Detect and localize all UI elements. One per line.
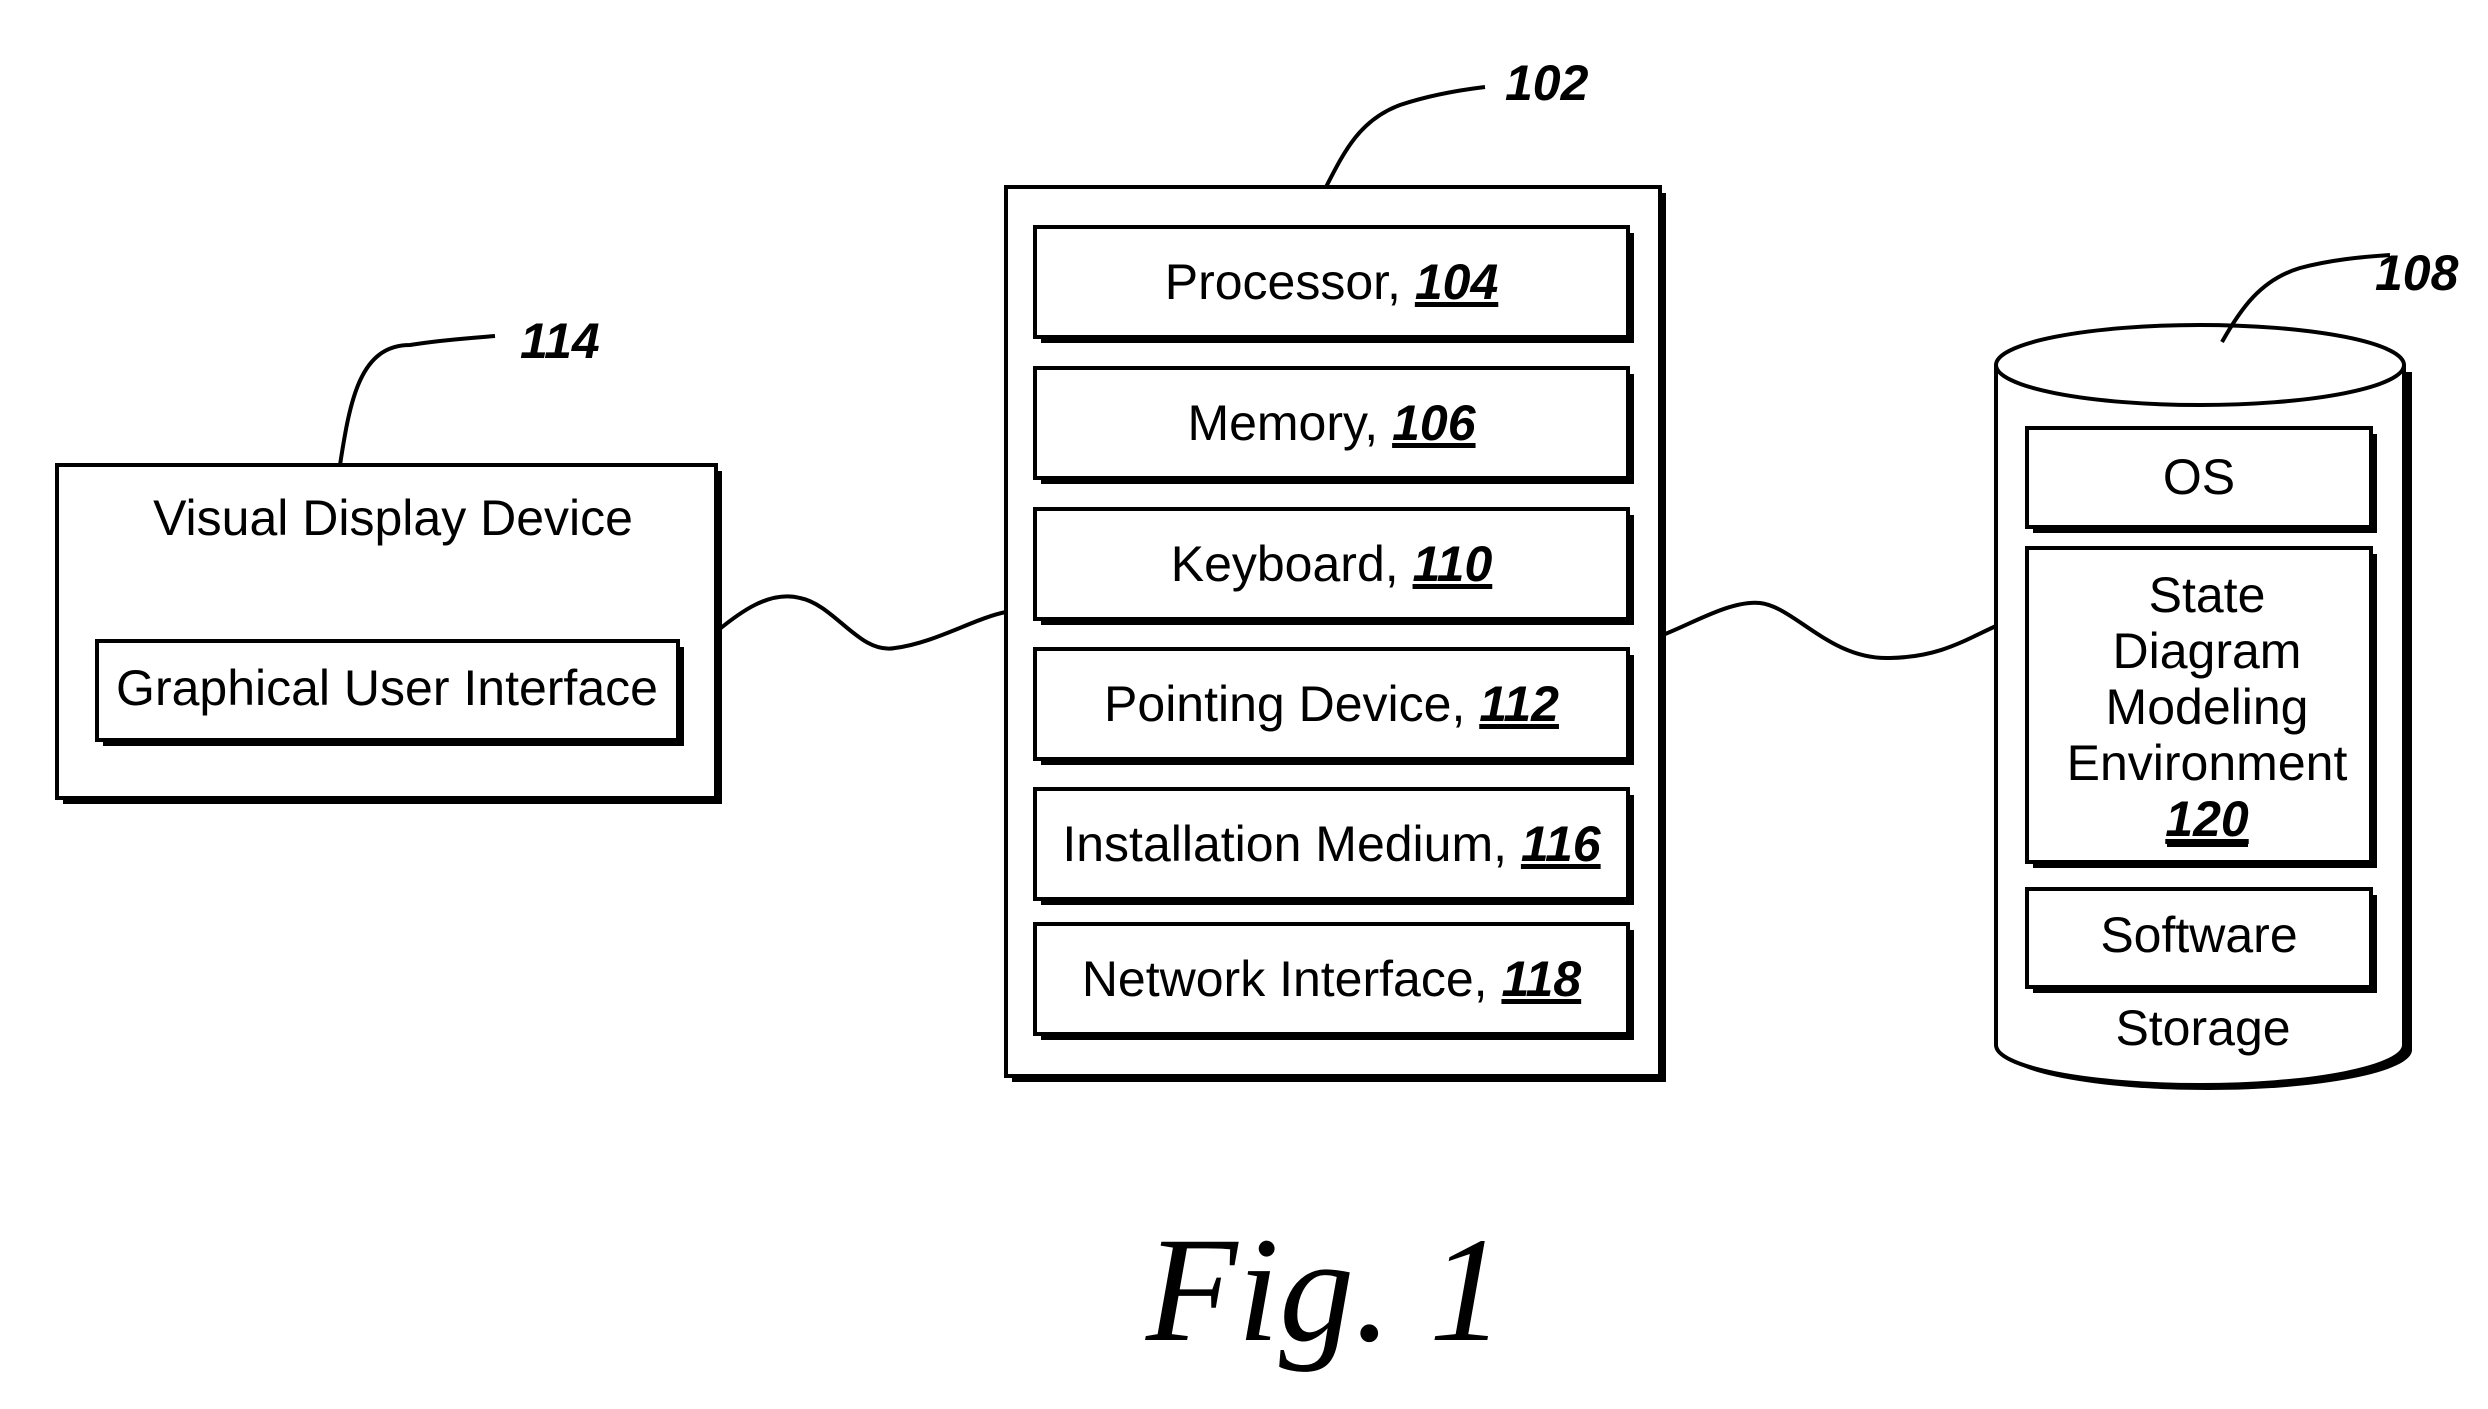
component-ref: 110	[1413, 536, 1493, 592]
visual-display-device: Visual Display Device Graphical User Int…	[55, 463, 722, 804]
software-label: Software	[2100, 907, 2297, 963]
component-ref: 106	[1392, 395, 1477, 451]
component-row: Memory, 106	[1033, 366, 1634, 484]
component-label: Processor, 104	[1165, 254, 1499, 310]
connector-computer-storage	[1659, 600, 1997, 661]
component-ref: 116	[1521, 816, 1602, 872]
leader-102	[1324, 85, 1486, 188]
component-name: Network Interface,	[1082, 951, 1502, 1007]
component-label: Memory, 106	[1187, 395, 1476, 451]
component-row: Pointing Device, 112	[1033, 647, 1634, 765]
figure-canvas: Visual Display Device Graphical User Int…	[55, 55, 2459, 1373]
component-name: Pointing Device,	[1104, 676, 1479, 732]
sdme-line-4: Environment	[2067, 735, 2348, 791]
ref-102: 102	[1505, 55, 1589, 111]
component-ref: 118	[1501, 951, 1581, 1007]
sdme-ref-120: 120	[2165, 791, 2249, 847]
component-row: Network Interface, 118	[1033, 922, 1634, 1040]
component-label: Pointing Device, 112	[1104, 676, 1559, 732]
ref-108: 108	[2375, 245, 2459, 301]
component-name: Keyboard,	[1171, 536, 1413, 592]
connector-display-computer	[714, 594, 1007, 651]
component-name: Processor,	[1165, 254, 1415, 310]
component-row: Installation Medium, 116	[1033, 787, 1634, 905]
component-ref: 104	[1415, 254, 1498, 310]
ref-114: 114	[520, 313, 600, 369]
component-name: Memory,	[1187, 395, 1392, 451]
figure-caption: Fig. 1	[1145, 1207, 1504, 1373]
sdme-line-1: State	[2149, 567, 2266, 623]
component-ref: 112	[1479, 676, 1559, 732]
sdme-line-2: Diagram	[2113, 623, 2302, 679]
component-row: Processor, 104	[1033, 225, 1634, 343]
storage-label: Storage	[2115, 1000, 2290, 1056]
component-row: Keyboard, 110	[1033, 507, 1634, 625]
component-label: Keyboard, 110	[1171, 536, 1493, 592]
storage-top	[1994, 323, 2406, 407]
sdme-line-3: Modeling	[2106, 679, 2309, 735]
os-label: OS	[2163, 449, 2235, 505]
component-label: Network Interface, 118	[1082, 951, 1582, 1007]
leader-114	[338, 334, 496, 466]
component-label: Installation Medium, 116	[1062, 816, 1601, 872]
display-title: Visual Display Device	[153, 490, 633, 546]
component-name: Installation Medium,	[1062, 816, 1521, 872]
gui-label: Graphical User Interface	[116, 660, 658, 716]
computing-device: Processor, 104 Memory, 106 Keyboard, 110 Po…	[1004, 185, 1666, 1082]
storage-cylinder: OS State Diagram Modeling Environment 12…	[1994, 323, 2412, 1090]
